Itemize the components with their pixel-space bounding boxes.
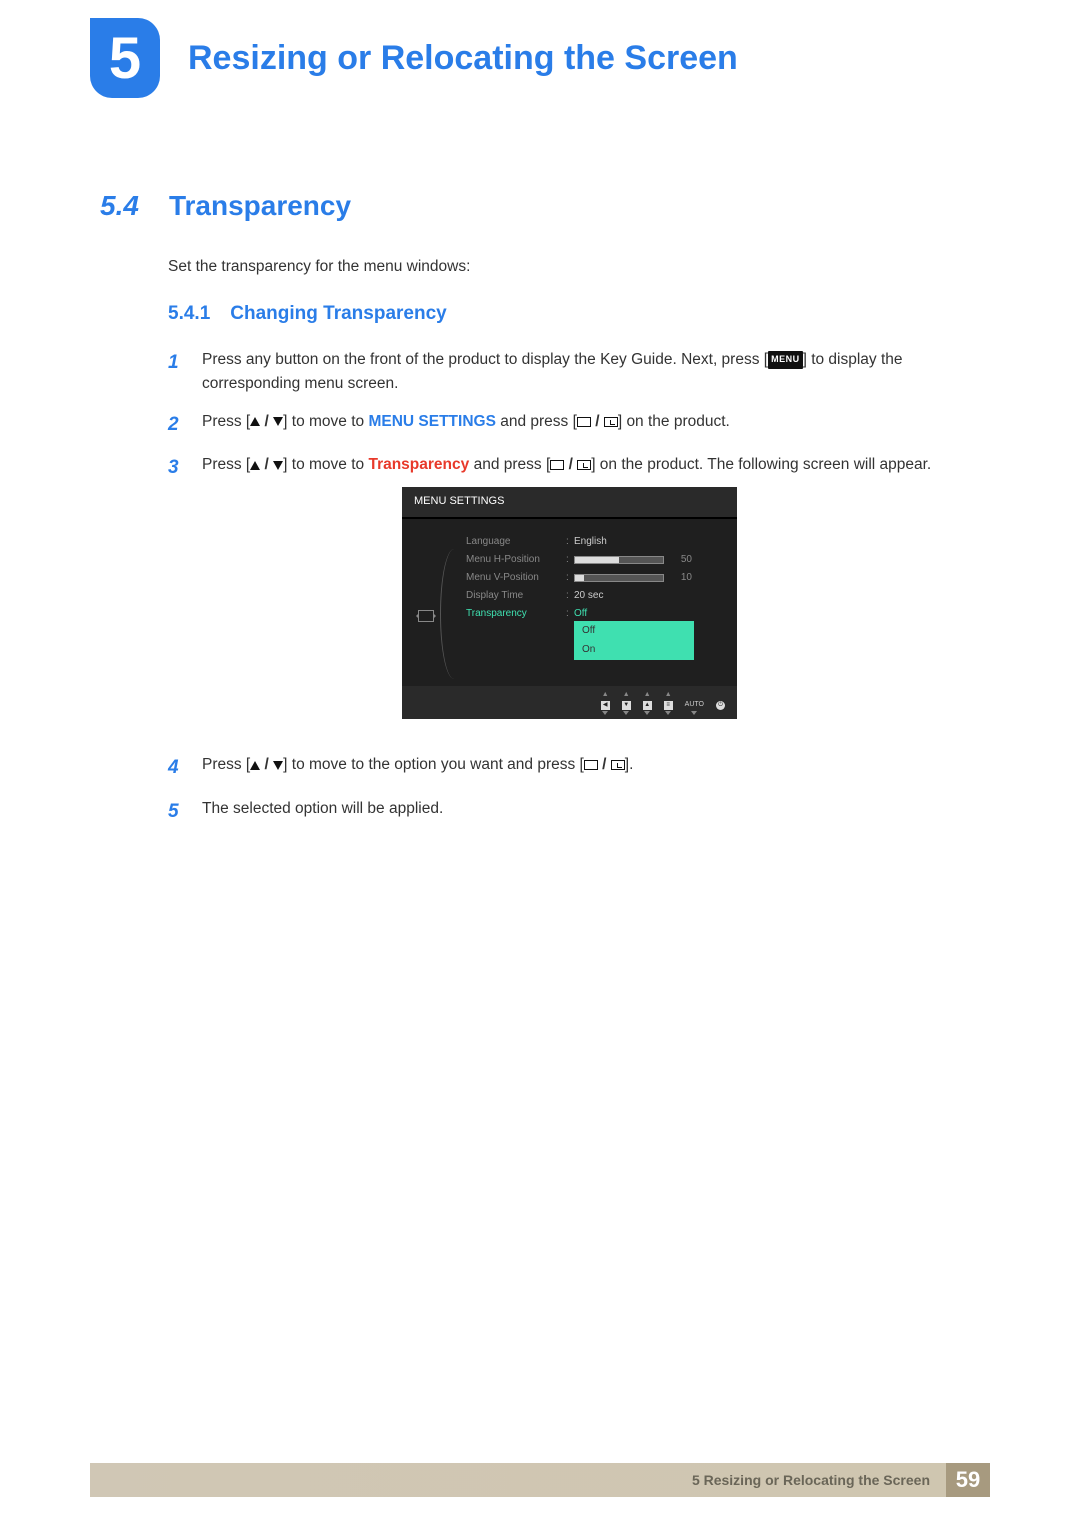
step-number: 1 xyxy=(168,348,186,396)
chapter-number-badge: 5 xyxy=(90,18,160,98)
osd-button-bar: ▲◀ ▲▼ ▲▲ ▲≡ AUTO ⏻ xyxy=(402,686,737,720)
osd-down-button-icon: ▲▼ xyxy=(622,690,631,716)
osd-row-hposition: Menu H-Position:50 xyxy=(444,551,723,569)
chapter-title: Resizing or Relocating the Screen xyxy=(188,39,738,78)
source-icon xyxy=(584,760,598,770)
transparency-label: Transparency xyxy=(368,456,469,473)
enter-icon xyxy=(611,760,625,770)
step-2: 2 Press [ / ] to move to MENU SETTINGS a… xyxy=(168,410,990,439)
up-arrow-icon xyxy=(250,461,260,470)
osd-transparency-dropdown: Off On xyxy=(574,621,694,660)
osd-side-icon-column xyxy=(416,533,436,660)
step-4: 4 Press [ / ] to move to the option you … xyxy=(168,753,990,782)
footer-chapter-label: 5 Resizing or Relocating the Screen xyxy=(90,1463,946,1497)
osd-option-on: On xyxy=(574,640,694,660)
menu-settings-label: MENU SETTINGS xyxy=(368,413,495,430)
osd-up-button-icon: ▲▲ xyxy=(643,690,652,716)
section-heading: 5.4 Transparency xyxy=(100,190,990,222)
page-footer: 5 Resizing or Relocating the Screen 59 xyxy=(90,1463,990,1497)
osd-auto-button-icon: AUTO xyxy=(685,690,704,716)
step-number: 5 xyxy=(168,797,186,826)
osd-title: MENU SETTINGS xyxy=(402,487,737,518)
subsection-heading: 5.4.1 Changing Transparency xyxy=(168,303,447,325)
up-arrow-icon xyxy=(250,761,260,770)
section-intro: Set the transparency for the menu window… xyxy=(168,258,470,276)
page-number: 59 xyxy=(946,1463,990,1497)
step-text: Press [ / ] to move to the option you wa… xyxy=(202,753,990,782)
step-text: Press [ / ] to move to MENU SETTINGS and… xyxy=(202,410,990,439)
step-text: Press [ / ] to move to Transparency and … xyxy=(202,453,990,739)
section-title: Transparency xyxy=(169,190,351,222)
down-arrow-icon xyxy=(273,761,283,770)
hposition-icon xyxy=(418,610,434,622)
subsection-number: 5.4.1 xyxy=(168,303,210,325)
osd-power-button-icon: ⏻ xyxy=(716,690,725,716)
osd-row-vposition: Menu V-Position:10 xyxy=(444,569,723,587)
enter-icon xyxy=(604,417,618,427)
osd-slider-icon xyxy=(574,556,664,564)
osd-option-off: Off xyxy=(574,621,694,641)
steps-list: 1 Press any button on the front of the p… xyxy=(168,348,990,840)
step-number: 3 xyxy=(168,453,186,739)
osd-body: Language:English Menu H-Position:50 Menu… xyxy=(402,519,737,686)
osd-screenshot: MENU SETTINGS Language:English Menu H-Po… xyxy=(402,487,737,719)
section-number: 5.4 xyxy=(100,190,139,222)
step-text: Press any button on the front of the pro… xyxy=(202,348,990,396)
step-number: 4 xyxy=(168,753,186,782)
down-arrow-icon xyxy=(273,417,283,426)
step-text: The selected option will be applied. xyxy=(202,797,990,826)
osd-row-displaytime: Display Time:20 sec xyxy=(444,587,723,605)
menu-button-icon: MENU xyxy=(768,351,803,369)
osd-menu-button-icon: ▲≡ xyxy=(664,690,673,716)
source-icon xyxy=(577,417,591,427)
enter-icon xyxy=(577,460,591,470)
down-arrow-icon xyxy=(273,461,283,470)
source-icon xyxy=(550,460,564,470)
chapter-header: 5 Resizing or Relocating the Screen xyxy=(90,18,990,98)
up-arrow-icon xyxy=(250,417,260,426)
step-number: 2 xyxy=(168,410,186,439)
osd-row-language: Language:English xyxy=(444,533,723,551)
osd-menu-list: Language:English Menu H-Position:50 Menu… xyxy=(444,533,723,660)
osd-slider-icon xyxy=(574,574,664,582)
step-3: 3 Press [ / ] to move to Transparency an… xyxy=(168,453,990,739)
subsection-title: Changing Transparency xyxy=(230,303,446,325)
step-5: 5 The selected option will be applied. xyxy=(168,797,990,826)
osd-back-button-icon: ▲◀ xyxy=(601,690,610,716)
step-1: 1 Press any button on the front of the p… xyxy=(168,348,990,396)
